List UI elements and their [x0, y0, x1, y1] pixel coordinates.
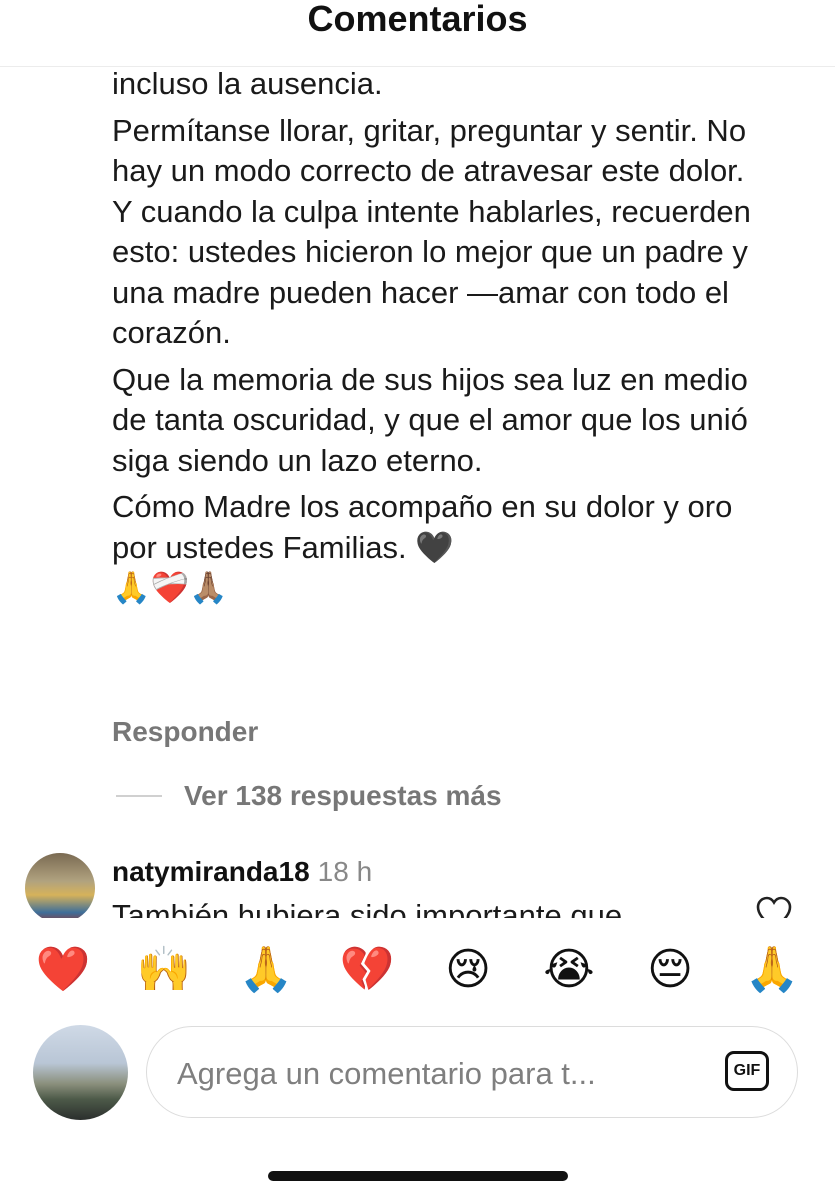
page-title: Comentarios: [307, 0, 528, 39]
comment-body: incluso la ausencia. Permítanse llorar, …: [112, 64, 752, 615]
comment-time: 18 h: [317, 856, 373, 887]
comment-text-partial: También hubiera sido importante que: [112, 894, 732, 918]
heart-outline-icon[interactable]: [754, 894, 794, 918]
comment-emoji-line: 🙏❤️‍🩹🙏🏽: [112, 570, 228, 606]
comment-paragraph: Cómo Madre los acompaño en su dolor y or…: [112, 487, 752, 609]
avatar[interactable]: [33, 1025, 128, 1120]
header: Comentarios: [0, 0, 835, 67]
emoji-heart[interactable]: ❤️: [33, 940, 93, 1000]
comment-text: También hubiera sido importante que: [112, 898, 623, 918]
comment-composer: GIF: [146, 1026, 798, 1118]
comment-paragraph-text: Cómo Madre los acompaño en su dolor y or…: [112, 489, 733, 565]
comment-paragraph: Que la memoria de sus hijos sea luz en m…: [112, 361, 748, 478]
comment-paragraph: Permítanse llorar, gritar, preguntar y s…: [112, 112, 751, 351]
reply-button[interactable]: Responder: [112, 712, 258, 752]
emoji-pensive-face[interactable]: 😔: [640, 940, 700, 1000]
emoji-broken-heart[interactable]: 💔: [337, 940, 397, 1000]
avatar[interactable]: [25, 853, 95, 923]
comment-header: natymiranda18 18 h: [112, 852, 372, 892]
comment-input[interactable]: [175, 1049, 719, 1099]
quick-emoji-bar: ❤️ 🙌 🙏 💔 😢 😭 😔 🙏: [0, 918, 835, 1018]
comment-paragraph: incluso la ausencia.: [112, 66, 383, 101]
emoji-raising-hands[interactable]: 🙌: [134, 940, 194, 1000]
gif-button[interactable]: GIF: [725, 1051, 769, 1091]
emoji-praying-hands[interactable]: 🙏: [742, 940, 802, 1000]
emoji-crying-face[interactable]: 😢: [438, 940, 498, 1000]
divider-line: [116, 795, 162, 797]
emoji-praying-hands[interactable]: 🙏: [236, 940, 296, 1000]
home-indicator: [268, 1171, 568, 1181]
view-more-replies-button[interactable]: Ver 138 respuestas más: [116, 774, 502, 818]
username[interactable]: natymiranda18: [112, 856, 310, 887]
view-more-replies-label: Ver 138 respuestas más: [184, 780, 502, 811]
emoji-loudly-crying-face[interactable]: 😭: [539, 940, 599, 1000]
